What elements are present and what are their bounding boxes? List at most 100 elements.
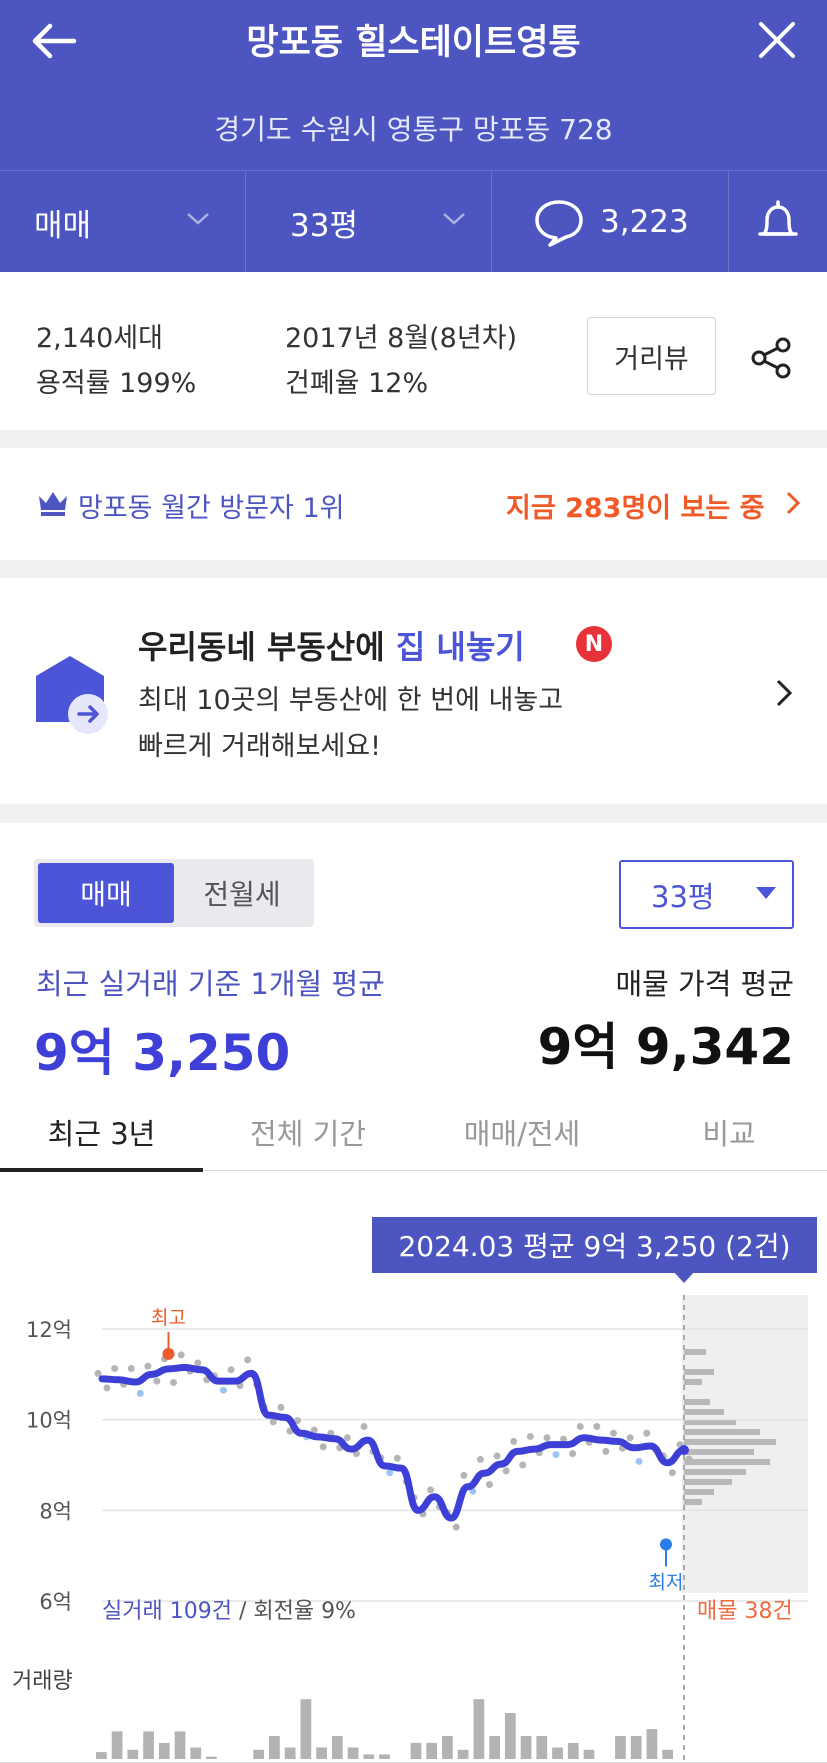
volume-bar — [190, 1747, 202, 1759]
size-dropdown[interactable]: 33평 — [246, 171, 491, 273]
new-badge: N — [576, 626, 612, 662]
tab-sale-jeonse[interactable]: 매매/전세 — [413, 1095, 631, 1171]
listing-bar — [684, 1479, 732, 1485]
listing-bar — [684, 1449, 754, 1455]
transaction-dot — [136, 1389, 144, 1397]
share-button[interactable] — [748, 336, 796, 380]
high-marker-dot — [162, 1347, 175, 1360]
volume-bar — [206, 1756, 217, 1759]
share-icon — [751, 337, 791, 379]
volume-bar — [410, 1742, 422, 1759]
visitor-rank-bar[interactable]: 망포동 월간 방문자 1위 지금 283명이 보는 중 — [0, 448, 827, 560]
listing-bar — [684, 1499, 702, 1505]
tab-all-period[interactable]: 전체 기간 — [203, 1095, 413, 1171]
filter-bar: 매매 33평 3,223 — [0, 170, 827, 273]
transaction-dot — [569, 1450, 577, 1458]
listing-bar — [684, 1369, 714, 1375]
chevron-right-icon — [786, 491, 801, 515]
transaction-dot — [635, 1457, 643, 1465]
listing-bar — [684, 1489, 714, 1495]
transaction-dot — [277, 1403, 285, 1411]
top-app-bar: 망포동 힐스테이트영통 경기도 수원시 영통구 망포동 728 매매 33평 3… — [0, 0, 827, 273]
volume-bar — [316, 1747, 327, 1759]
volume-bar — [174, 1731, 186, 1759]
close-button[interactable] — [752, 18, 802, 64]
volume-bar — [615, 1736, 626, 1759]
transaction-dot — [427, 1486, 435, 1494]
y-tick-label: 12억 — [26, 1318, 72, 1342]
volume-bar — [111, 1731, 123, 1759]
transaction-dot — [552, 1451, 560, 1459]
comments-button[interactable]: 3,223 — [492, 171, 728, 273]
complex-info: 2,140세대 용적률 199% 2017년 8월(8년차) 건폐율 12% 거… — [0, 272, 827, 430]
trade-type-toggle: 매매 전월세 — [34, 859, 314, 927]
price-chart[interactable]: 12억 10억 8억 6억 최고최저 2022.012023.012024.01 — [0, 1203, 827, 1763]
toggle-rent[interactable]: 전월세 — [174, 863, 310, 923]
bell-icon — [758, 200, 798, 236]
transaction-dot — [111, 1364, 119, 1372]
volume-bar — [300, 1699, 312, 1759]
caret-down-icon — [756, 887, 776, 899]
transaction-dot — [526, 1432, 534, 1440]
tab-recent-3y[interactable]: 최근 3년 — [0, 1095, 203, 1172]
volume-bar — [269, 1736, 280, 1759]
volume-bar — [158, 1742, 170, 1759]
transaction-dot — [194, 1359, 202, 1367]
volume-bar — [504, 1713, 516, 1759]
low-label: 최저 — [649, 1571, 684, 1593]
recent-avg-price: 9억 3,250 — [34, 1024, 291, 1082]
address-text: 경기도 수원시 영통구 망포동 728 — [214, 113, 613, 146]
volume-bar — [520, 1736, 532, 1759]
volume-bar — [646, 1729, 658, 1759]
transaction-dot — [343, 1434, 351, 1442]
volume-label: 거래량 — [12, 1669, 73, 1694]
promo-desc-line2: 빠르게 거래해보세요! — [138, 731, 381, 762]
transaction-dot — [103, 1384, 111, 1392]
house-arrow-icon — [36, 656, 108, 734]
speech-bubble-icon — [535, 200, 583, 247]
tab-compare[interactable]: 비교 — [631, 1095, 827, 1171]
listing-avg-price: 9억 9,342 — [537, 1018, 794, 1076]
transaction-dot — [319, 1443, 327, 1451]
promo-title: 우리동네 부동산에 집 내놓기 — [138, 622, 525, 668]
street-view-button[interactable]: 거리뷰 — [587, 317, 716, 395]
transaction-dot — [177, 1351, 185, 1359]
transaction-dot — [668, 1469, 676, 1477]
crown-icon — [39, 492, 67, 516]
notification-button[interactable] — [729, 171, 827, 273]
deals-count: 실거래 109건 — [102, 1599, 232, 1624]
transaction-dot — [576, 1422, 584, 1430]
households-text: 2,140세대 — [36, 323, 163, 354]
transaction-dot — [219, 1386, 227, 1394]
chevron-right-icon — [776, 679, 793, 707]
listing-bar — [684, 1379, 702, 1385]
volume-bar — [489, 1736, 500, 1759]
transaction-dot — [602, 1447, 610, 1455]
toggle-sale[interactable]: 매매 — [38, 863, 174, 923]
page-title: 망포동 힐스테이트영통 — [246, 23, 581, 63]
transaction-dot — [609, 1429, 617, 1437]
promo-title-prefix: 우리동네 부동산에 — [138, 628, 396, 666]
transaction-dot — [493, 1452, 501, 1460]
listing-bar — [684, 1399, 710, 1405]
period-tabs: 최근 3년 전체 기간 매매/전세 비교 — [0, 1095, 827, 1172]
volume-bar — [363, 1754, 375, 1759]
size-select[interactable]: 33평 — [619, 860, 794, 929]
volume-bar — [473, 1699, 485, 1759]
list-home-promo[interactable]: 우리동네 부동산에 집 내놓기 N 최대 10곳의 부동산에 한 번에 내놓고 … — [0, 578, 827, 804]
transaction-dot — [360, 1422, 368, 1430]
transaction-dot — [502, 1467, 510, 1475]
volume-bar — [442, 1736, 453, 1759]
promo-title-highlight: 집 내놓기 — [395, 628, 525, 666]
y-tick-label: 6억 — [39, 1590, 72, 1614]
trade-type-dropdown[interactable]: 매매 — [0, 171, 245, 273]
coverage-ratio-text: 건폐율 12% — [285, 368, 429, 399]
transaction-dot — [519, 1461, 527, 1469]
volume-bar — [253, 1749, 265, 1759]
size-label: 33평 — [290, 207, 358, 244]
chevron-down-icon — [443, 213, 465, 225]
listing-bar — [684, 1459, 770, 1465]
y-tick-label: 10억 — [26, 1409, 72, 1433]
transaction-dot — [144, 1362, 152, 1370]
transaction-dot — [510, 1437, 518, 1445]
